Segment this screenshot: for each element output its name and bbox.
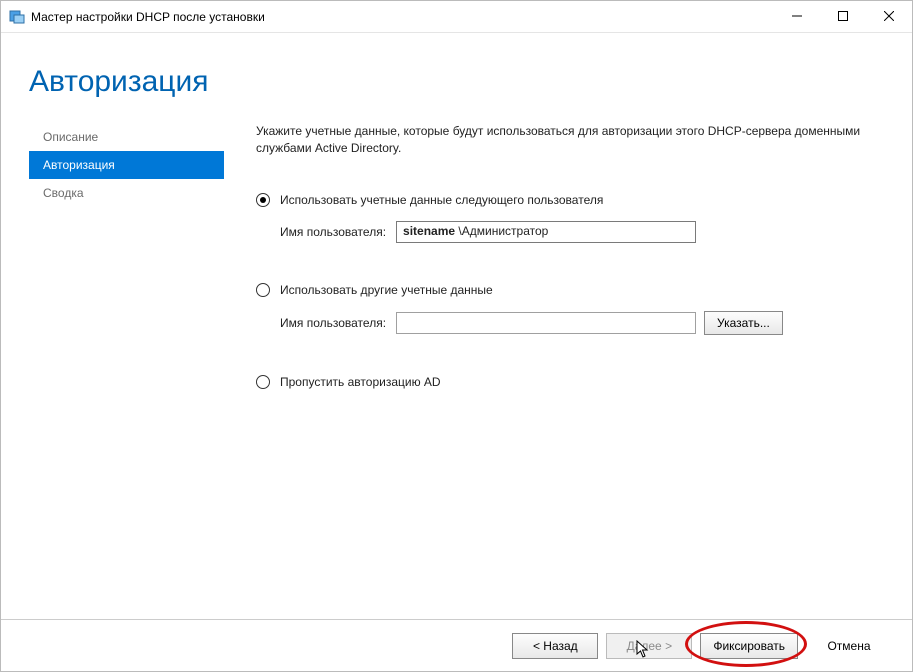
wizard-window: Мастер настройки DHCP после установки Ав… — [0, 0, 913, 672]
nav-item-description[interactable]: Описание — [29, 123, 224, 151]
back-button[interactable]: < Назад — [512, 633, 598, 659]
app-icon — [9, 9, 25, 25]
minimize-button[interactable] — [774, 1, 820, 31]
username-current-label: Имя пользователя: — [280, 225, 386, 239]
radio-skip-ad[interactable] — [256, 375, 270, 389]
username-other-input[interactable] — [396, 312, 696, 334]
option-other-user: Использовать другие учетные данные Имя п… — [256, 283, 890, 335]
main-panel: Укажите учетные данные, которые будут ис… — [224, 123, 890, 619]
username-other-label: Имя пользователя: — [280, 316, 386, 330]
radio-other-user-label: Использовать другие учетные данные — [280, 283, 493, 297]
radio-current-user[interactable] — [256, 193, 270, 207]
next-button[interactable]: Далее > — [606, 633, 692, 659]
nav-item-summary[interactable]: Сводка — [29, 179, 224, 207]
specify-button[interactable]: Указать... — [704, 311, 783, 335]
window-title: Мастер настройки DHCP после установки — [31, 10, 774, 24]
username-prefix: sitename — [403, 224, 455, 238]
page-title: Авторизация — [29, 65, 912, 99]
username-suffix: \Администратор — [455, 224, 548, 238]
commit-button[interactable]: Фиксировать — [700, 633, 798, 659]
wizard-footer: < Назад Далее > Фиксировать Отмена — [1, 619, 912, 671]
radio-skip-ad-label: Пропустить авторизацию AD — [280, 375, 441, 389]
page-header: Авторизация — [1, 33, 912, 111]
option-current-user: Использовать учетные данные следующего п… — [256, 193, 890, 243]
radio-other-user[interactable] — [256, 283, 270, 297]
window-controls — [774, 1, 912, 32]
nav-item-authorization[interactable]: Авторизация — [29, 151, 224, 179]
radio-current-user-label: Использовать учетные данные следующего п… — [280, 193, 603, 207]
option-skip-ad: Пропустить авторизацию AD — [256, 375, 890, 389]
close-button[interactable] — [866, 1, 912, 31]
wizard-nav: Описание Авторизация Сводка — [29, 123, 224, 619]
content-area: Описание Авторизация Сводка Укажите учет… — [1, 111, 912, 619]
username-current-input[interactable]: sitename \Администратор — [396, 221, 696, 243]
cancel-button[interactable]: Отмена — [806, 633, 892, 659]
titlebar: Мастер настройки DHCP после установки — [1, 1, 912, 33]
intro-text: Укажите учетные данные, которые будут ис… — [256, 123, 890, 157]
maximize-button[interactable] — [820, 1, 866, 31]
